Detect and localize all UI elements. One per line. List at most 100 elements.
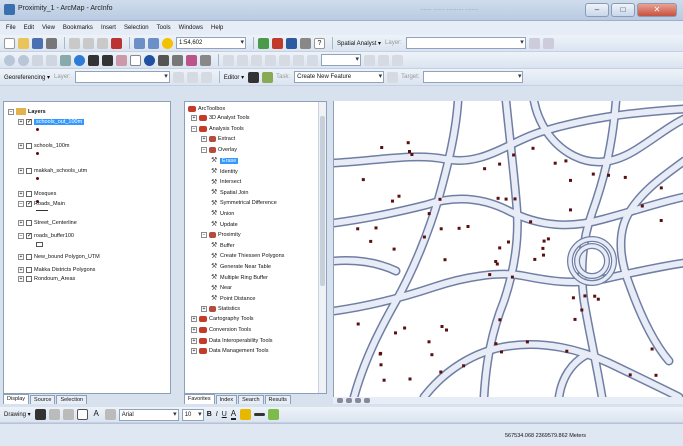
expand-icon[interactable]: + xyxy=(201,136,207,143)
layer-visibility-checkbox[interactable] xyxy=(26,276,32,282)
collapse-icon[interactable]: − xyxy=(191,125,197,132)
toolbox-item-toolbox[interactable]: + Data Interoperability Tools xyxy=(191,337,273,344)
refresh-icon[interactable] xyxy=(355,398,361,403)
toolbox-item-tool[interactable]: ⚒ Union xyxy=(211,210,234,217)
tab-display[interactable]: Display xyxy=(3,394,30,404)
map-canvas[interactable] xyxy=(334,101,683,397)
georef-tool-3-icon[interactable] xyxy=(200,71,212,83)
toolbox-item-tool[interactable]: ⚒ Create Thiessen Polygons xyxy=(211,253,284,260)
layout-tool-8-icon[interactable] xyxy=(364,54,375,66)
undo-icon[interactable] xyxy=(134,37,145,49)
toolbox-item-toolbox[interactable]: − Analysis Tools xyxy=(191,125,244,132)
toolbox-item-tool[interactable]: ⚒ Intersect xyxy=(211,179,241,186)
menu-edit[interactable]: Edit xyxy=(24,25,34,31)
fixed-zoom-out-icon[interactable] xyxy=(46,54,57,66)
bold-button[interactable]: B xyxy=(207,411,212,418)
layout-tool-3-icon[interactable] xyxy=(251,54,262,66)
layout-tool-1-icon[interactable] xyxy=(223,54,234,66)
toc-layer-row[interactable]: + makkah_schools_utm xyxy=(18,168,87,174)
layout-tool-7-icon[interactable] xyxy=(307,54,318,66)
modelbuilder-icon[interactable] xyxy=(300,37,311,49)
target-combo[interactable] xyxy=(423,71,524,83)
toc-layer-row[interactable]: + ✓ schools_out_100m xyxy=(18,119,85,125)
sketch-tool-icon[interactable] xyxy=(262,71,274,83)
add-data-icon[interactable] xyxy=(162,37,173,49)
menu-tools[interactable]: Tools xyxy=(157,25,171,31)
toolbox-item-tool[interactable]: ⚒ Generate Near Table xyxy=(211,263,271,270)
toolbox-item-tool[interactable]: ⚒ Buffer xyxy=(211,242,235,249)
open-folder-icon[interactable] xyxy=(18,37,29,49)
layout-tool-4-icon[interactable] xyxy=(265,54,276,66)
copy-icon[interactable] xyxy=(83,37,94,49)
close-button[interactable]: ✕ xyxy=(637,3,677,17)
georef-tool-2-icon[interactable] xyxy=(186,71,198,83)
text-tool-icon[interactable]: A xyxy=(91,409,102,420)
line-color-icon[interactable] xyxy=(254,413,266,416)
toc-layer-row[interactable]: + Rondoum_Areas xyxy=(18,276,75,282)
toc-layer-row[interactable]: − ✓ Roads_Main xyxy=(18,201,65,207)
toolbox-item-toolset[interactable]: + Statistics xyxy=(201,305,240,312)
expand-icon[interactable]: + xyxy=(191,348,197,355)
data-view-icon[interactable] xyxy=(337,398,343,403)
tab-search[interactable]: Search xyxy=(238,395,264,404)
fixed-zoom-in-icon[interactable] xyxy=(32,54,43,66)
layout-tool-6-icon[interactable] xyxy=(293,54,304,66)
toc-layer-row[interactable]: − ✓ roads_buffer100 xyxy=(18,233,74,239)
new-document-icon[interactable] xyxy=(4,37,15,49)
layer-visibility-checkbox[interactable] xyxy=(26,220,32,226)
tab-source[interactable]: Source xyxy=(30,395,56,404)
tab-results[interactable]: Results xyxy=(264,395,291,404)
font-combo[interactable]: Arial xyxy=(118,408,179,421)
layout-tool-10-icon[interactable] xyxy=(392,54,403,66)
expand-icon[interactable]: + xyxy=(201,305,207,312)
arctoolbox-icon[interactable] xyxy=(272,37,283,49)
analyst-layer-combo[interactable] xyxy=(405,37,526,49)
layout-zoom-combo[interactable] xyxy=(321,54,361,66)
layer-visibility-checkbox[interactable] xyxy=(26,191,32,197)
identify-icon[interactable] xyxy=(144,54,155,66)
time-slider-icon[interactable] xyxy=(200,54,211,66)
toolbox-item-toolbox[interactable]: + Data Management Tools xyxy=(191,348,269,355)
edit-vertices-icon[interactable] xyxy=(104,409,116,420)
menu-windows[interactable]: Windows xyxy=(179,25,203,31)
menu-help[interactable]: Help xyxy=(211,25,223,31)
task-combo[interactable]: Create New Feature xyxy=(294,71,385,83)
expand-layer-icon[interactable]: + xyxy=(18,220,24,226)
pause-drawing-icon[interactable] xyxy=(364,398,370,403)
edit-tool-icon[interactable] xyxy=(248,71,260,83)
layer-visibility-checkbox[interactable]: ✓ xyxy=(26,119,32,125)
expand-icon[interactable]: + xyxy=(191,327,197,333)
layer-visibility-checkbox[interactable] xyxy=(26,267,32,273)
expand-layer-icon[interactable]: − xyxy=(18,233,24,239)
expand-layer-icon[interactable]: + xyxy=(18,254,24,260)
collapse-icon[interactable]: − xyxy=(201,231,207,238)
font-color-button[interactable]: A xyxy=(230,409,237,420)
toc-layer-row[interactable]: + Street_Centerline xyxy=(18,220,77,226)
layer-visibility-checkbox[interactable]: ✓ xyxy=(26,233,32,239)
rotate-icon[interactable] xyxy=(48,409,60,420)
toolbox-item-tool[interactable]: ⚒ Near xyxy=(211,285,232,292)
editor-toolbar-icon[interactable] xyxy=(258,37,269,49)
toolbox-item-toolset[interactable]: − Proximity xyxy=(201,231,241,238)
save-icon[interactable] xyxy=(32,37,43,49)
cut-icon[interactable] xyxy=(69,37,80,49)
editor-menu[interactable]: Editor ▾ xyxy=(224,74,244,81)
layout-tool-5-icon[interactable] xyxy=(279,54,290,66)
toolbox-item-tool[interactable]: ⚒ Identity xyxy=(211,168,238,175)
menu-selection[interactable]: Selection xyxy=(124,25,149,31)
expand-layer-icon[interactable]: + xyxy=(18,119,24,125)
expand-layer-icon[interactable]: − xyxy=(18,201,24,207)
paste-icon[interactable] xyxy=(97,37,108,49)
arctoolbox-root[interactable]: ArcToolbox xyxy=(188,106,225,112)
whats-this-icon[interactable]: ? xyxy=(314,37,325,49)
back-extent-icon[interactable] xyxy=(88,54,99,66)
fill-color-icon[interactable] xyxy=(240,409,252,420)
expand-layer-icon[interactable]: + xyxy=(18,276,24,282)
expand-icon[interactable]: + xyxy=(191,337,197,344)
toolbox-item-toolbox[interactable]: + Cartography Tools xyxy=(191,316,254,323)
select-elements-icon[interactable] xyxy=(130,54,141,66)
full-extent-icon[interactable] xyxy=(74,54,85,66)
expand-icon[interactable]: + xyxy=(191,115,197,121)
map-view[interactable] xyxy=(333,101,683,397)
select-elements-arrow-icon[interactable] xyxy=(34,409,46,420)
